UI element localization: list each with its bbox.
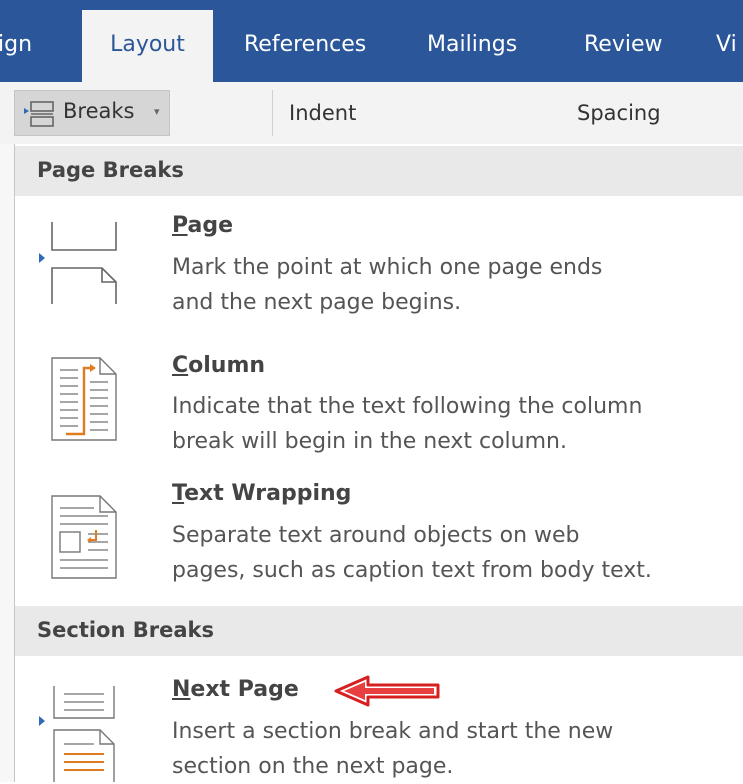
- indent-group-label: Indent: [289, 101, 357, 125]
- pointer-marker-icon: [39, 253, 45, 263]
- section-header-section-breaks: Section Breaks: [15, 606, 743, 656]
- tab-references[interactable]: References: [244, 32, 366, 57]
- menu-item-title: Page: [172, 213, 234, 238]
- breaks-label: Breaks: [63, 99, 135, 123]
- column-break-icon: [51, 357, 117, 441]
- breaks-icon: [24, 101, 54, 127]
- menu-item-description: Indicate that the text following the col…: [172, 394, 643, 419]
- tab-layout[interactable]: Layout: [82, 10, 213, 82]
- spacing-group-label: Spacing: [577, 101, 661, 125]
- menu-item-description: Separate text around objects on web: [172, 523, 580, 548]
- menu-item-description: and the next page begins.: [172, 290, 462, 315]
- menu-item-title: Text Wrapping: [172, 481, 352, 506]
- breaks-button[interactable]: Breaks ▾: [14, 90, 170, 136]
- menu-item-description: section on the next page.: [172, 754, 454, 779]
- text-wrapping-break-icon: [51, 495, 117, 579]
- red-arrow-annotation-icon: [334, 675, 440, 707]
- tab-view[interactable]: Vi: [716, 32, 737, 57]
- tab-mailings[interactable]: Mailings: [427, 32, 517, 57]
- menu-item-title: Next Page: [172, 677, 299, 702]
- menu-item-description: Mark the point at which one page ends: [172, 255, 603, 280]
- tab-review[interactable]: Review: [584, 32, 663, 57]
- tab-layout-label: Layout: [110, 32, 185, 57]
- group-divider: [272, 90, 273, 136]
- section-header-label: Section Breaks: [37, 618, 214, 642]
- menu-item-description: pages, such as caption text from body te…: [172, 558, 652, 583]
- menu-item-description: break will begin in the next column.: [172, 429, 567, 454]
- page-break-icon: [51, 222, 117, 304]
- document-edge: [0, 144, 14, 782]
- section-header-label: Page Breaks: [37, 158, 184, 182]
- ribbon-tab-bar: ign Layout References Mailings Review Vi: [0, 0, 743, 82]
- pointer-marker-icon: [39, 716, 45, 726]
- menu-item-description: Insert a section break and start the new: [172, 719, 614, 744]
- chevron-down-icon: ▾: [154, 105, 160, 118]
- tab-design[interactable]: ign: [0, 32, 32, 57]
- section-header-page-breaks: Page Breaks: [15, 146, 743, 196]
- next-page-section-break-icon: [53, 686, 115, 782]
- menu-item-title: Column: [172, 353, 266, 378]
